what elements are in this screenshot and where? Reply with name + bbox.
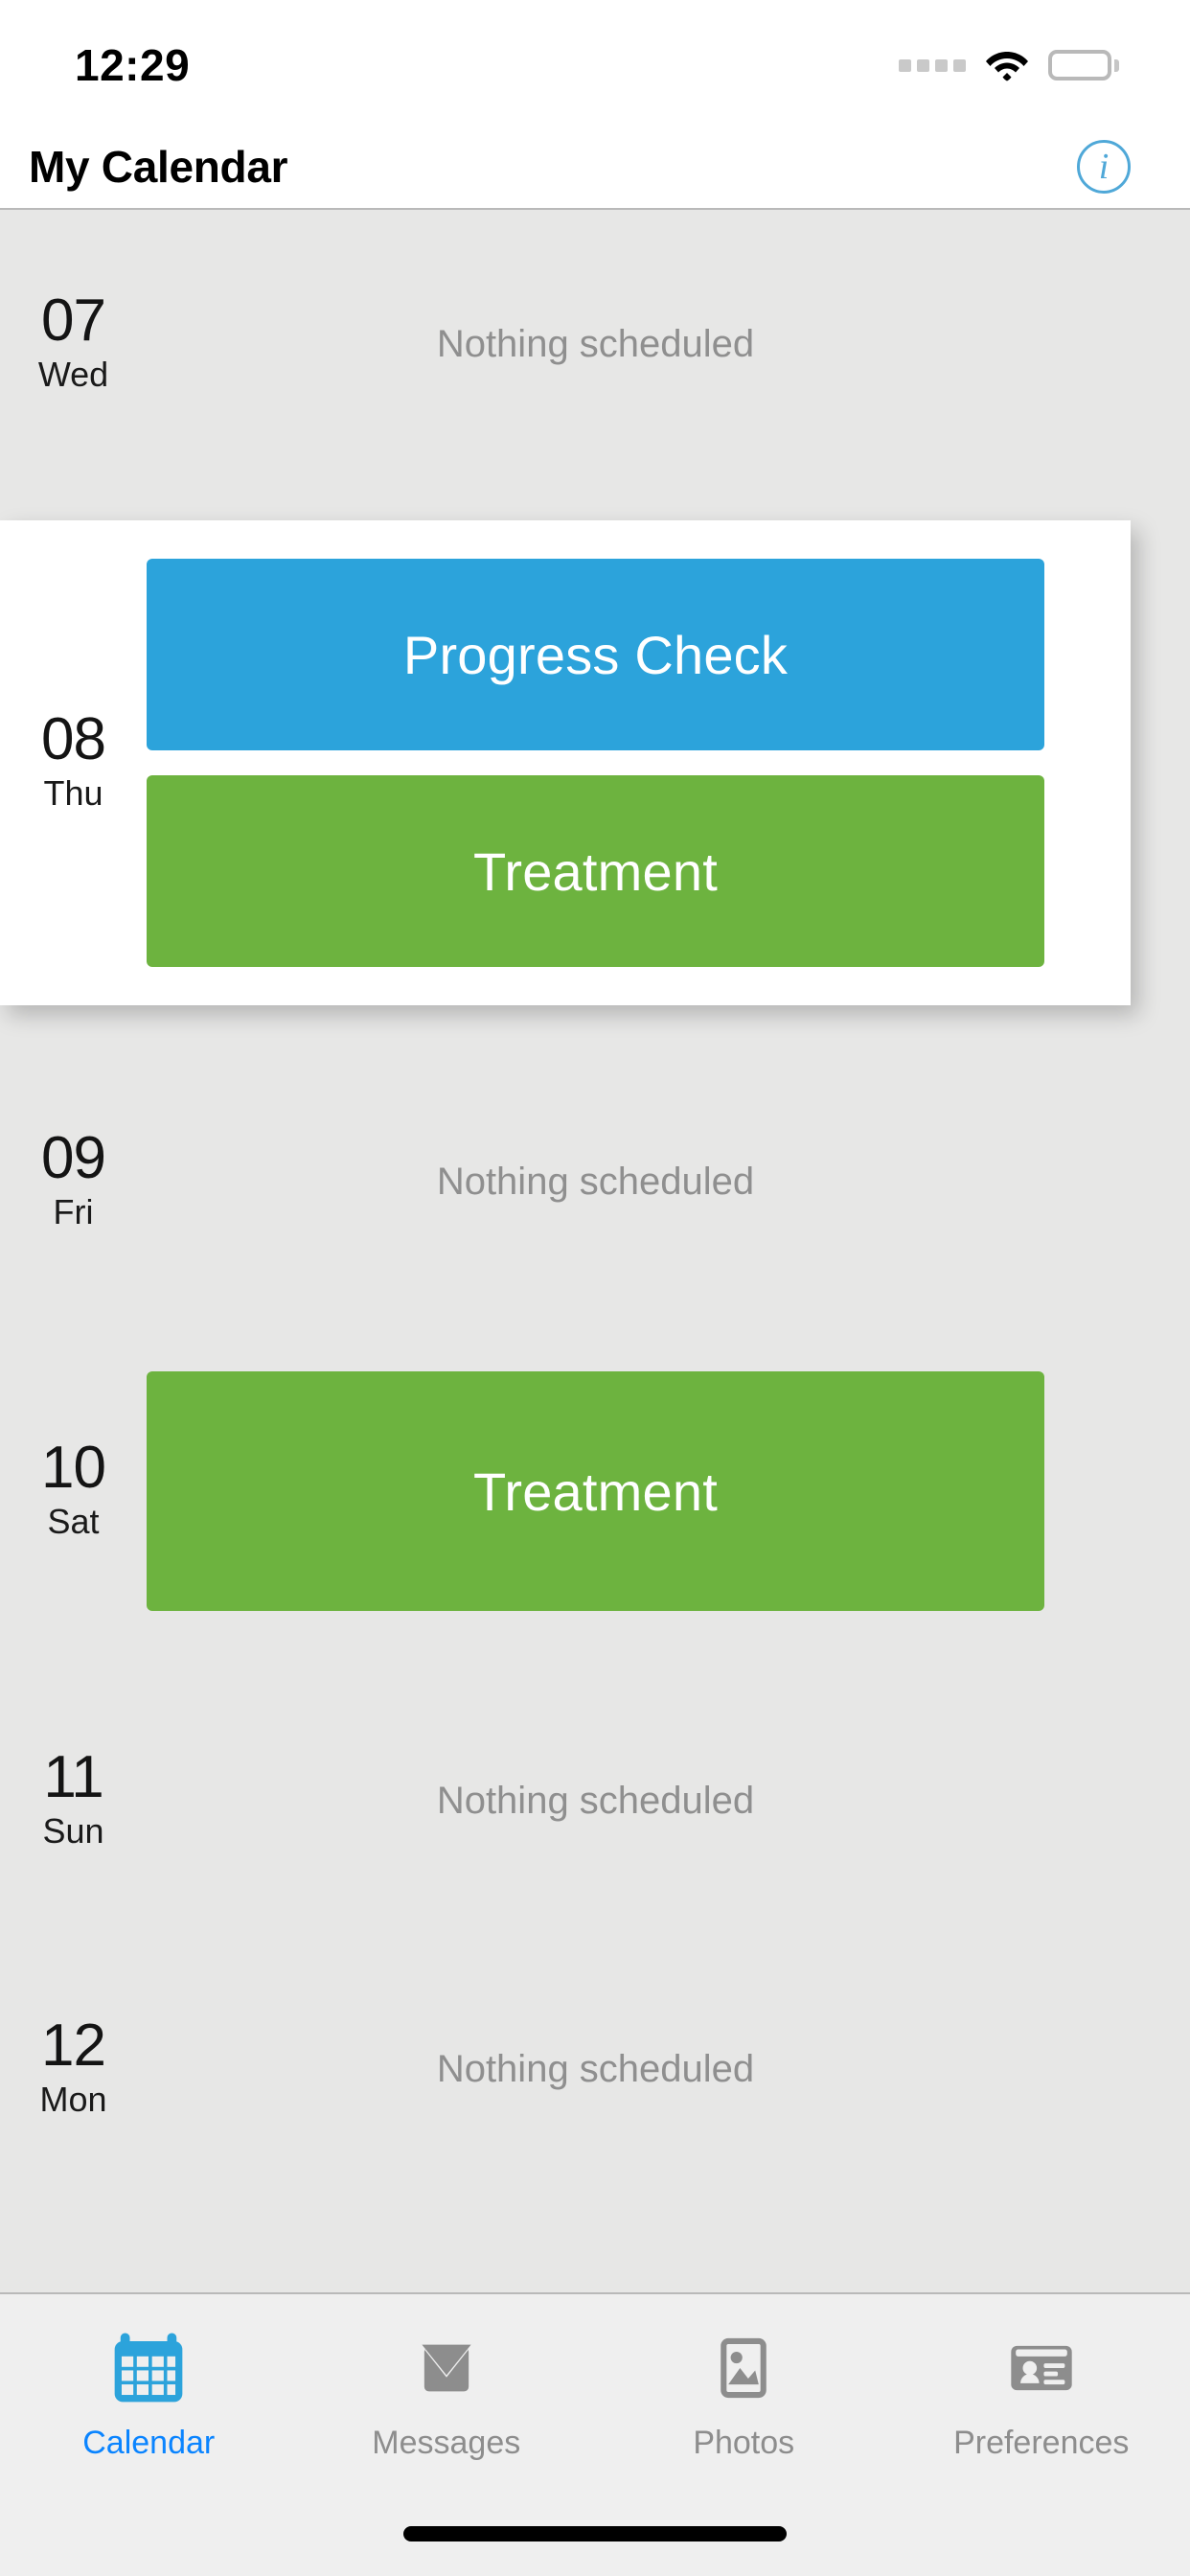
tab-preferences[interactable]: Preferences: [893, 2331, 1190, 2459]
envelope-icon: [409, 2331, 484, 2405]
day-row[interactable]: 07 Wed Nothing scheduled: [0, 210, 1190, 478]
empty-state-text: Nothing scheduled: [436, 2047, 755, 2090]
contact-card-icon: [1004, 2331, 1079, 2405]
day-content: Treatment: [147, 1371, 1190, 1611]
day-content: Nothing scheduled: [147, 2048, 1190, 2091]
tab-label: Calendar: [82, 2425, 216, 2461]
day-row[interactable]: 11 Sun Nothing scheduled: [0, 1667, 1190, 1935]
day-number: 12: [41, 2012, 106, 2080]
day-row[interactable]: 12 Mon Nothing scheduled: [0, 1935, 1190, 2203]
day-date-column: 07 Wed: [0, 289, 147, 399]
signal-dots-icon: [899, 58, 966, 72]
day-weekday: Sat: [47, 1502, 100, 1542]
day-number: 11: [43, 1744, 103, 1811]
empty-state-text: Nothing scheduled: [436, 322, 755, 365]
event-title: Treatment: [473, 840, 718, 902]
tab-label: Messages: [372, 2425, 521, 2461]
day-date-column: 12 Mon: [0, 2014, 147, 2124]
photo-icon: [706, 2331, 781, 2405]
day-date-column: 08 Thu: [0, 708, 147, 817]
event-title: Treatment: [473, 1460, 718, 1522]
page-title: My Calendar: [29, 141, 288, 192]
day-row[interactable]: 08 Thu Progress Check Treatment: [0, 478, 1190, 1047]
navigation-bar: My Calendar i: [0, 125, 1190, 210]
event-list: Progress Check Treatment: [147, 559, 1044, 967]
day-card-highlighted[interactable]: 08 Thu Progress Check Treatment: [0, 520, 1131, 1005]
wifi-icon: [985, 49, 1029, 81]
event-block[interactable]: Treatment: [147, 1371, 1044, 1611]
day-weekday: Sun: [42, 1811, 104, 1852]
app-screen: 12:29 My Calendar i 07 Wed Nothing schedul…: [0, 0, 1190, 2576]
tab-label: Preferences: [953, 2425, 1130, 2461]
event-title: Progress Check: [402, 624, 789, 685]
day-content: Progress Check Treatment: [147, 559, 1131, 967]
day-content: Nothing scheduled: [147, 1780, 1190, 1823]
day-number: 09: [41, 1125, 106, 1192]
day-content: Nothing scheduled: [147, 1161, 1190, 1204]
calendar-icon: [111, 2331, 186, 2405]
day-list[interactable]: 07 Wed Nothing scheduled 08 Thu Progress Chec…: [0, 210, 1190, 2292]
day-number: 10: [41, 1435, 106, 1502]
event-block[interactable]: Treatment: [147, 775, 1044, 967]
empty-state-text: Nothing scheduled: [436, 1779, 755, 1822]
day-weekday: Mon: [39, 2080, 107, 2120]
tab-messages[interactable]: Messages: [298, 2331, 596, 2459]
day-content: Nothing scheduled: [147, 323, 1190, 366]
info-circle-icon[interactable]: i: [1077, 139, 1131, 194]
event-list: Treatment: [147, 1371, 1044, 1611]
battery-full-icon: [1048, 50, 1119, 80]
tab-photos[interactable]: Photos: [595, 2331, 893, 2459]
tab-calendar[interactable]: Calendar: [0, 2331, 298, 2459]
event-block[interactable]: Progress Check: [147, 559, 1044, 750]
day-weekday: Fri: [53, 1192, 94, 1232]
home-indicator: [403, 2526, 787, 2542]
status-bar: 12:29: [0, 0, 1190, 125]
day-row[interactable]: 10 Sat Treatment: [0, 1316, 1190, 1667]
status-time: 12:29: [75, 40, 191, 90]
day-date-column: 09 Fri: [0, 1127, 147, 1236]
day-date-column: 10 Sat: [0, 1437, 147, 1546]
day-number: 08: [41, 706, 106, 773]
day-date-column: 11 Sun: [0, 1746, 147, 1855]
day-row[interactable]: 09 Fri Nothing scheduled: [0, 1047, 1190, 1316]
status-indicators: [899, 49, 1119, 81]
tab-label: Photos: [693, 2425, 795, 2461]
day-number: 07: [41, 288, 106, 355]
day-weekday: Wed: [37, 355, 109, 395]
empty-state-text: Nothing scheduled: [436, 1160, 755, 1203]
day-weekday: Thu: [43, 773, 103, 814]
